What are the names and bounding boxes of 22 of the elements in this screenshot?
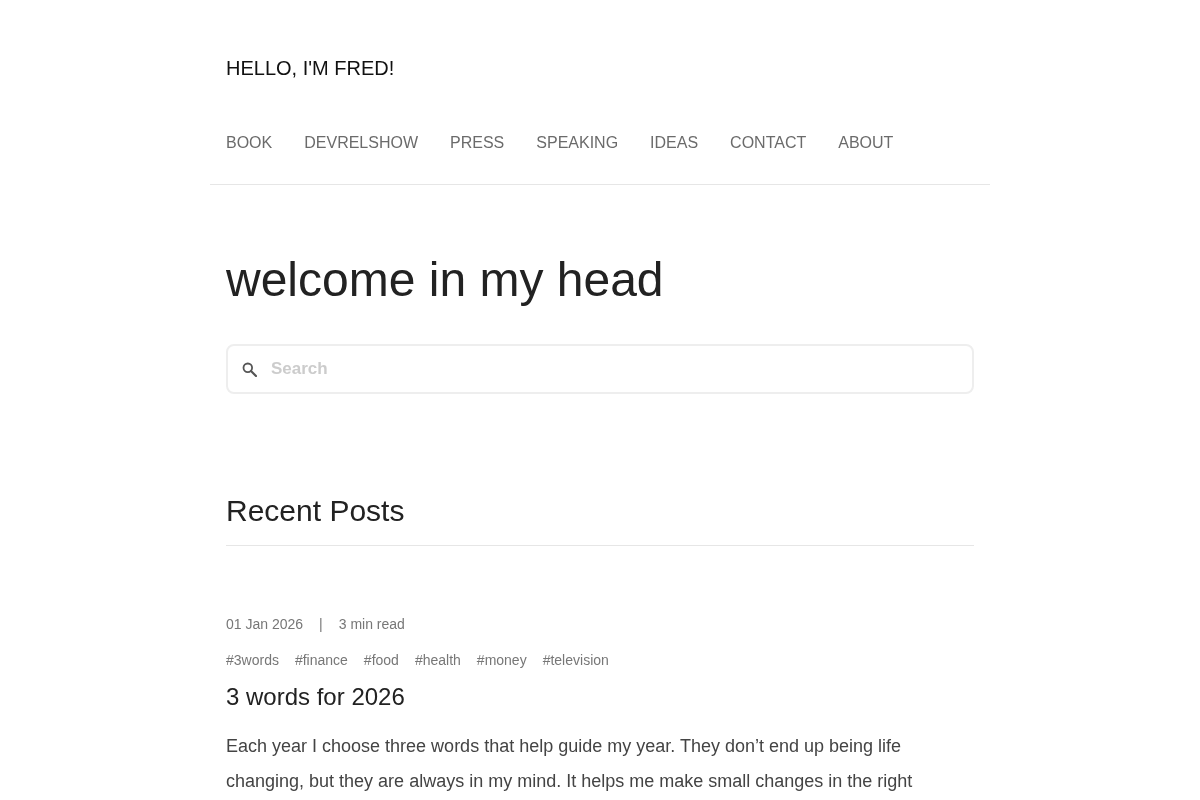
post-title[interactable]: 3 words for 2026: [226, 682, 405, 712]
read-time: 3 min read: [338, 615, 405, 634]
nav-link[interactable]: SPEAKING: [536, 131, 619, 155]
tag-link[interactable]: #money: [476, 650, 527, 670]
tag-link[interactable]: #television: [542, 650, 609, 670]
nav-link[interactable]: PRESS: [450, 131, 505, 155]
tag-link[interactable]: #food: [363, 650, 399, 670]
page-heading: welcome in my head: [226, 252, 665, 308]
post-date: 01 Jan 2026: [226, 615, 304, 634]
nav-link[interactable]: ABOUT: [838, 131, 894, 155]
nav-link[interactable]: DEVRELSHOW: [304, 131, 419, 155]
nav-link[interactable]: BOOK: [226, 131, 273, 155]
nav-link[interactable]: IDEAS: [650, 131, 699, 155]
tag-link[interactable]: #health: [414, 650, 461, 670]
tag-link[interactable]: #3words: [226, 650, 279, 670]
search-icon: [242, 362, 257, 377]
section-heading: Recent Posts: [226, 493, 974, 546]
post-excerpt: Each year I choose three words that help guide my year. They don’t end up being life changing, but they are always in my mind. It helps me make small changes in the right: [226, 735, 914, 793]
tag-link[interactable]: #finance: [294, 650, 348, 670]
site-title[interactable]: HELLO, I'M FRED!: [226, 56, 395, 80]
meta-separator: |: [319, 615, 323, 634]
nav-link[interactable]: CONTACT: [730, 131, 807, 155]
